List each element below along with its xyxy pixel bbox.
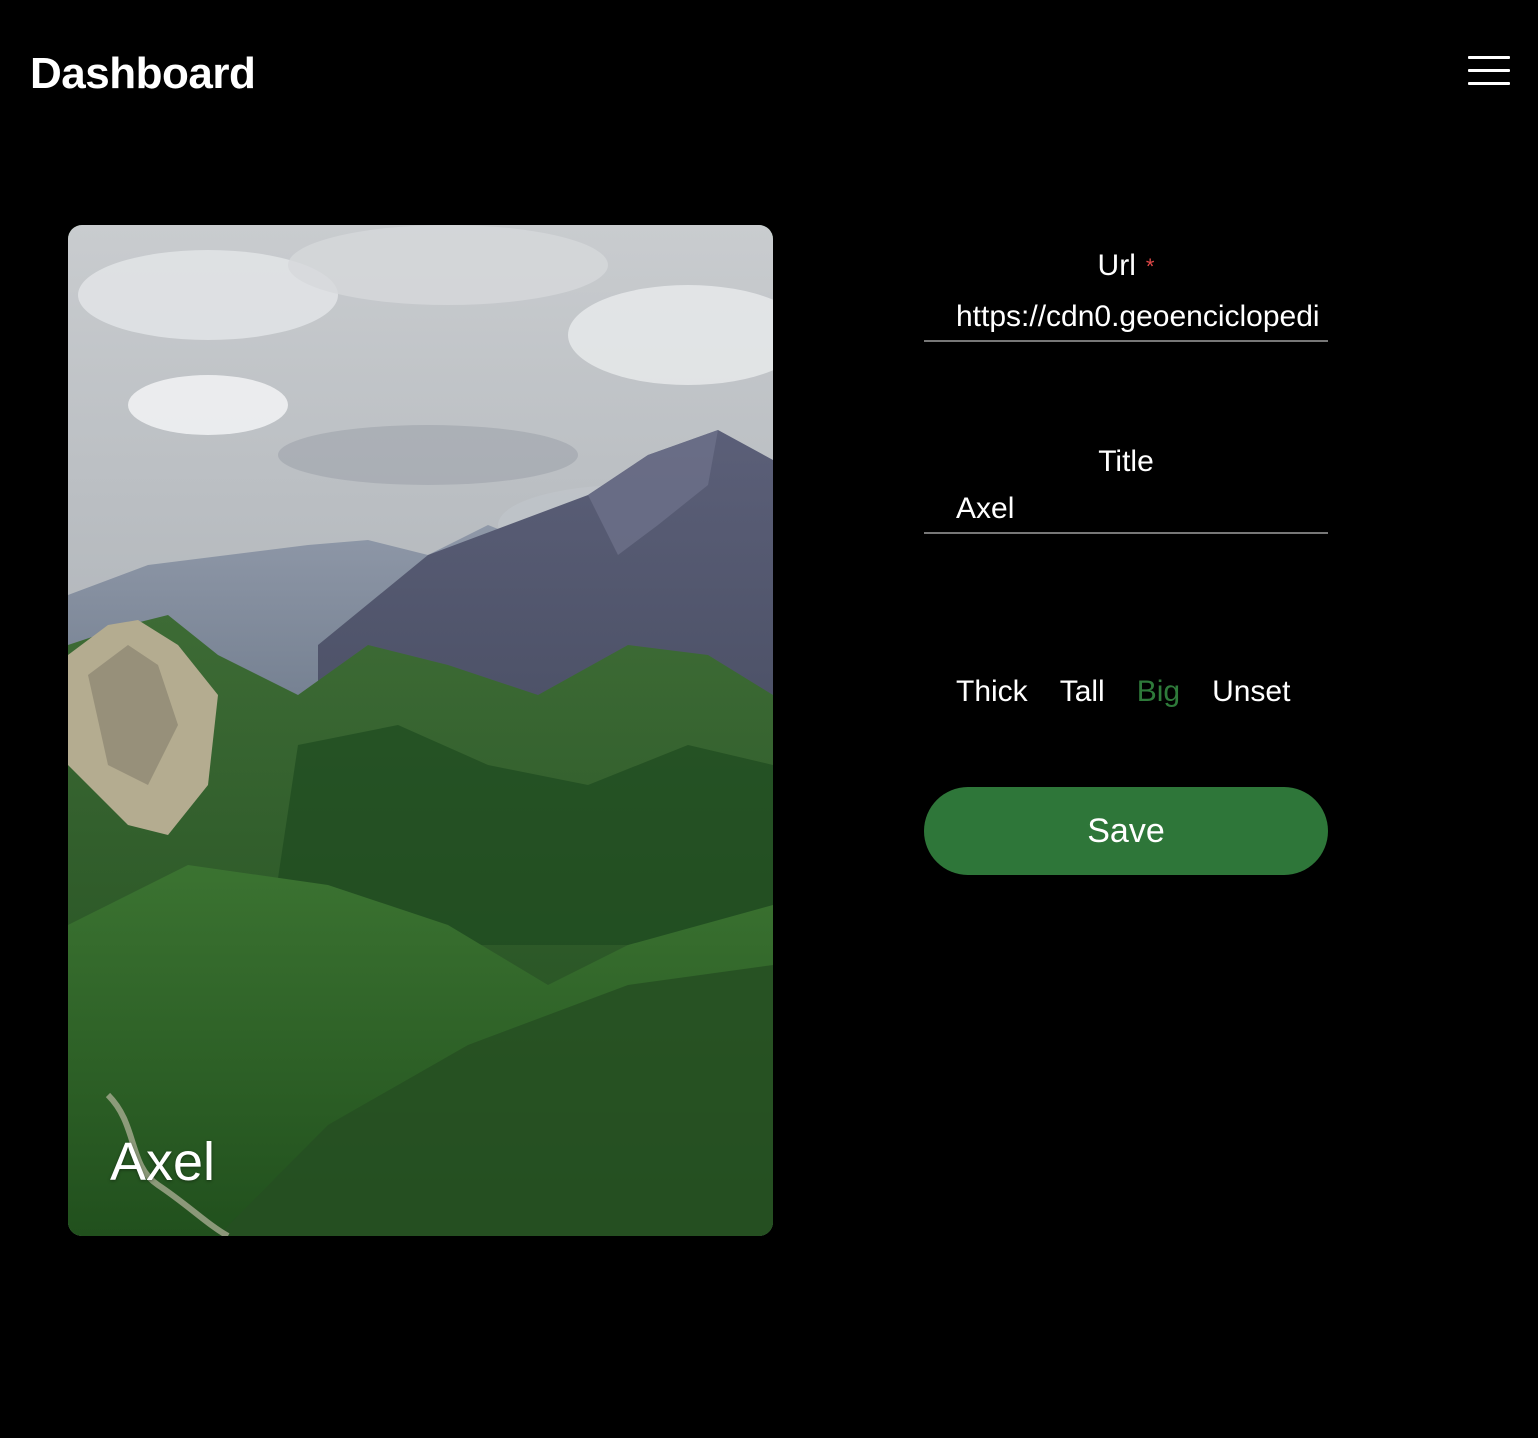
card-caption: Axel: [110, 1132, 216, 1192]
size-options: Thick Tall Big Unset: [956, 672, 1290, 712]
url-label-text: Url: [1097, 249, 1136, 282]
title-input[interactable]: [924, 486, 1328, 534]
size-option-thick[interactable]: Thick: [956, 672, 1028, 712]
title-label: Title: [1098, 445, 1154, 478]
save-button[interactable]: Save: [924, 787, 1328, 875]
size-option-tall[interactable]: Tall: [1060, 672, 1105, 712]
hamburger-menu-icon[interactable]: [1462, 52, 1518, 92]
required-asterisk: *: [1145, 254, 1155, 280]
app-header: Dashboard: [0, 0, 1538, 150]
preview-card: Axel: [68, 225, 773, 1236]
url-input[interactable]: [924, 294, 1328, 342]
size-option-unset[interactable]: Unset: [1212, 672, 1290, 712]
url-label: Url *: [924, 248, 1328, 285]
size-option-big[interactable]: Big: [1137, 672, 1180, 712]
page-title: Dashboard: [30, 49, 256, 98]
landscape-image: [68, 225, 773, 1236]
